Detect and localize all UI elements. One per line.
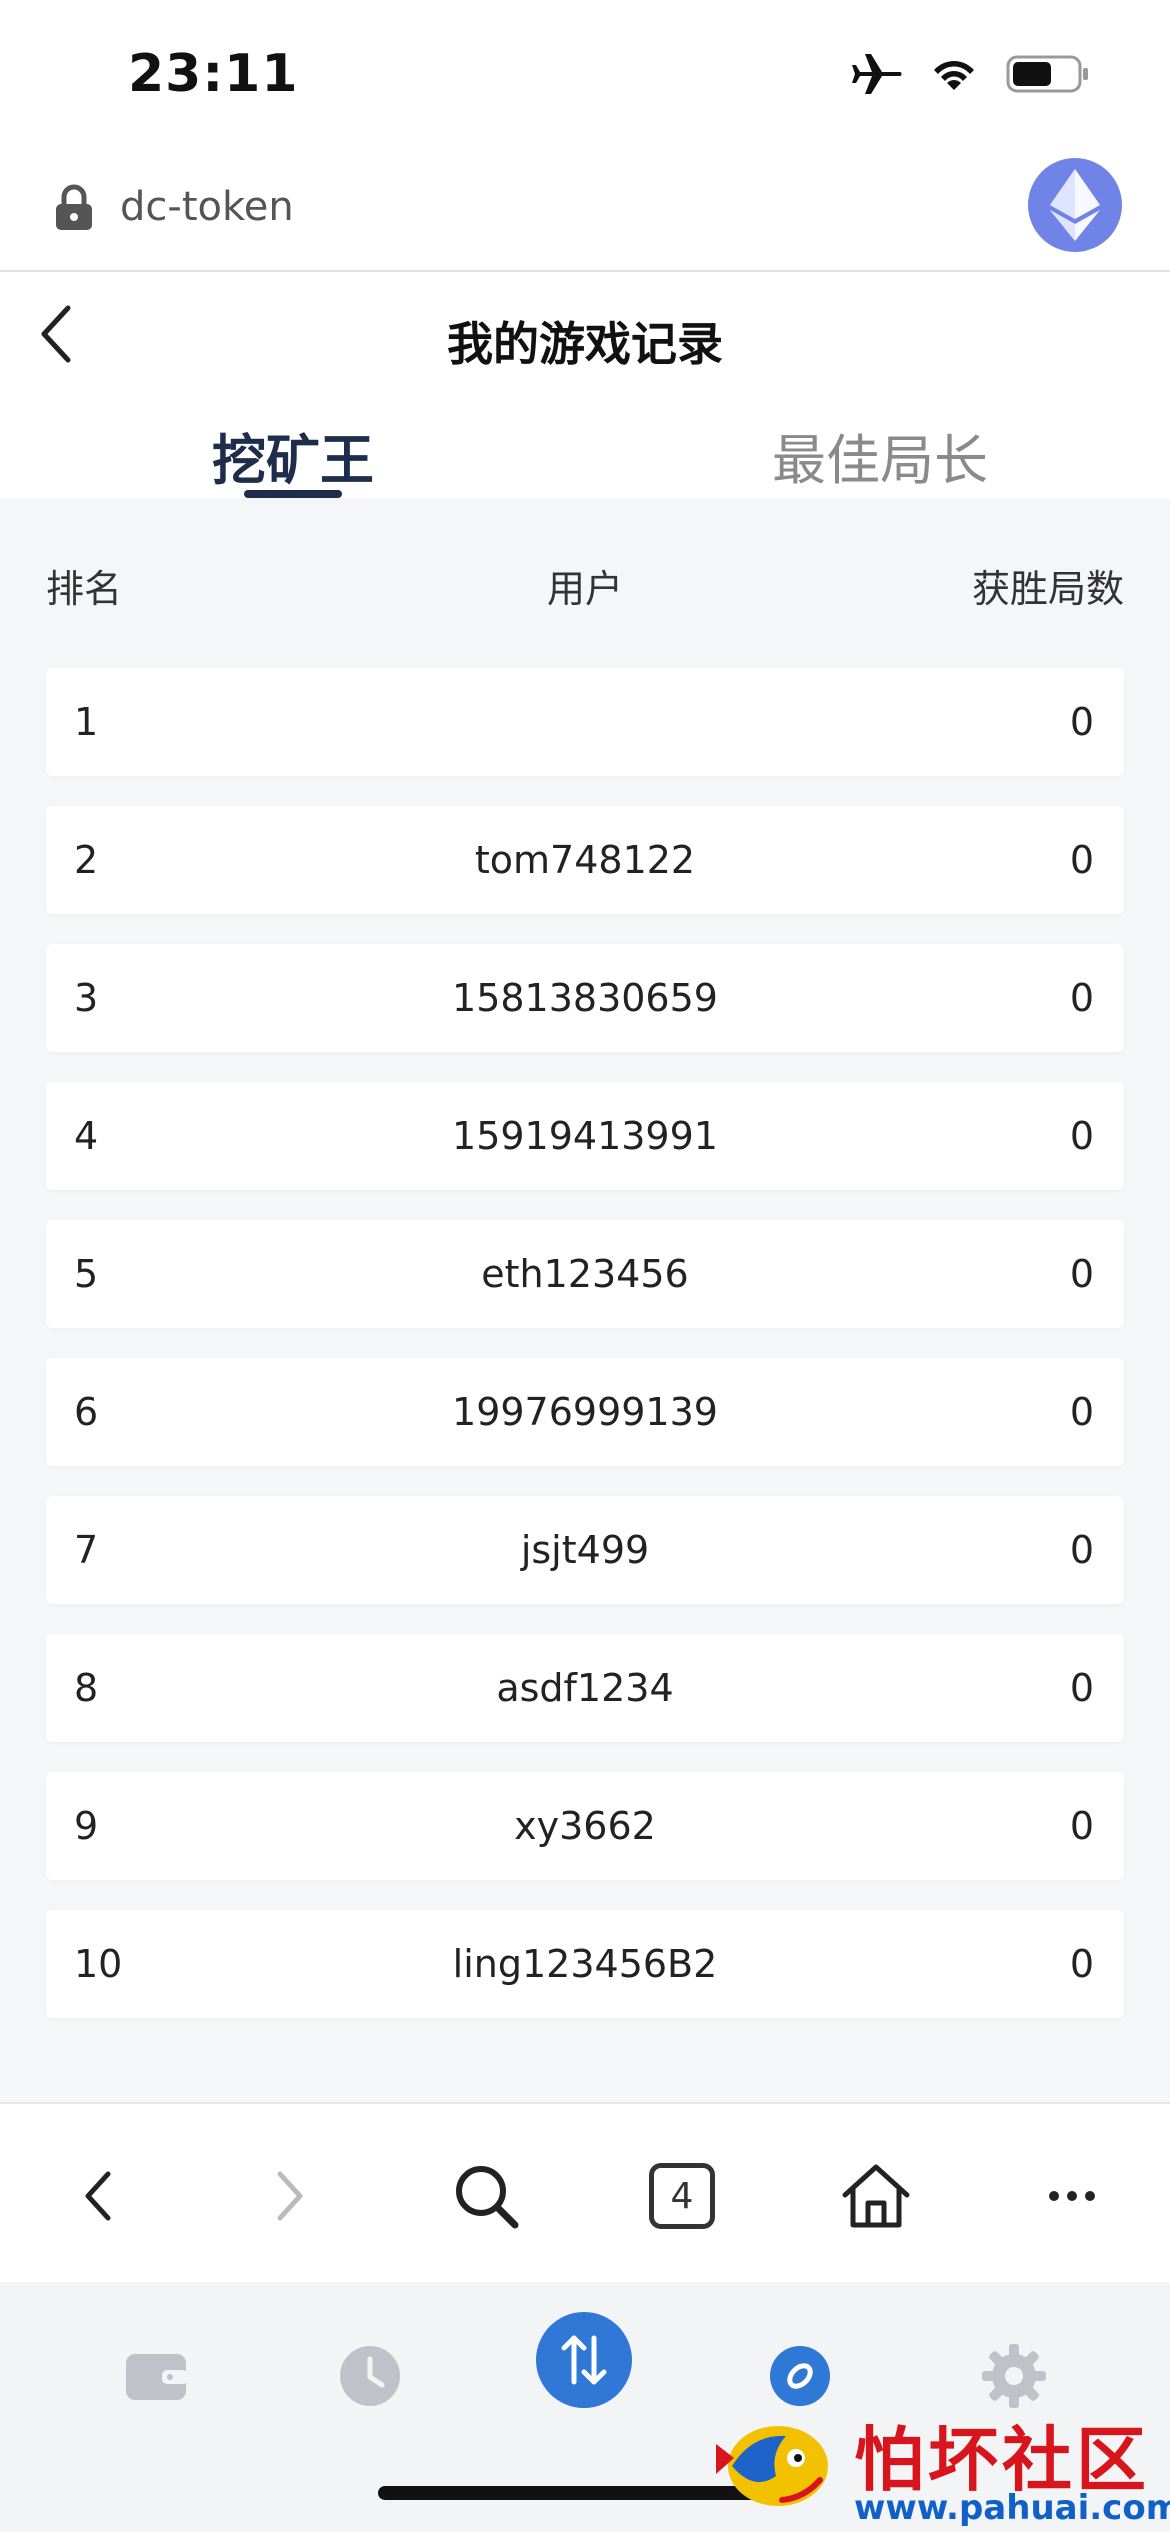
row-wins: 0 — [1069, 700, 1094, 744]
browser-toolbar: 4 — [0, 2102, 1170, 2282]
status-icons — [852, 52, 1090, 100]
wallet-icon[interactable] — [106, 2326, 206, 2426]
tab-best-round[interactable]: 最佳局长 — [772, 416, 988, 495]
row-wins: 0 — [1069, 1114, 1094, 1158]
row-user: ling123456B2 — [452, 1942, 718, 1986]
row-user: 15813830659 — [452, 976, 718, 1020]
row-user: jsjt499 — [520, 1528, 650, 1572]
table-header: 排名 用户 获胜局数 — [0, 540, 1170, 620]
home-icon[interactable] — [836, 2156, 916, 2236]
swap-icon[interactable] — [536, 2312, 632, 2408]
column-wins: 获胜局数 — [971, 567, 1124, 611]
table-row: 6 19976999139 0 — [46, 1358, 1124, 1466]
wifi-icon — [928, 54, 980, 98]
table-row: 1 0 — [46, 668, 1124, 776]
table-row: 9 xy3662 0 — [46, 1772, 1124, 1880]
row-wins: 0 — [1069, 838, 1094, 882]
tab-bar: 挖矿王 最佳局长 — [0, 402, 1170, 498]
table-row: 2 tom748122 0 — [46, 806, 1124, 914]
tab-count: 4 — [649, 2163, 715, 2229]
ethereum-icon[interactable] — [1028, 158, 1122, 252]
row-wins: 0 — [1069, 1942, 1094, 1986]
page-header: 我的游戏记录 — [0, 272, 1170, 402]
clock-icon[interactable] — [320, 2326, 420, 2426]
watermark-url: www.pahuai.com — [854, 2488, 1170, 2528]
row-user: eth123456 — [481, 1252, 689, 1296]
airplane-icon — [852, 52, 902, 100]
row-user: 15919413991 — [452, 1114, 718, 1158]
row-wins: 0 — [1069, 1666, 1094, 1710]
row-rank: 1 — [74, 700, 99, 744]
table-row: 5 eth123456 0 — [46, 1220, 1124, 1328]
table-row: 3 15813830659 0 — [46, 944, 1124, 1052]
lock-icon — [52, 182, 96, 236]
row-wins: 0 — [1069, 976, 1094, 1020]
row-user: asdf1234 — [496, 1666, 674, 1710]
battery-icon — [1006, 54, 1090, 98]
watermark: 怕坏社区 www.pahuai.com — [712, 2398, 1170, 2528]
tabs-icon[interactable]: 4 — [642, 2156, 722, 2236]
search-icon[interactable] — [446, 2156, 526, 2236]
forward-icon[interactable] — [250, 2156, 330, 2236]
address-text: dc-token — [120, 184, 294, 230]
row-wins: 0 — [1069, 1390, 1094, 1434]
row-user: 19976999139 — [452, 1390, 718, 1434]
table-row: 4 15919413991 0 — [46, 1082, 1124, 1190]
row-wins: 0 — [1069, 1528, 1094, 1572]
row-wins: 0 — [1069, 1804, 1094, 1848]
ranking-list: 1 0 2 tom748122 0 3 15813830659 0 4 1591… — [46, 668, 1124, 2048]
row-user: xy3662 — [514, 1804, 656, 1848]
table-row: 7 jsjt499 0 — [46, 1496, 1124, 1604]
row-wins: 0 — [1069, 1252, 1094, 1296]
more-icon[interactable] — [1032, 2156, 1112, 2236]
table-row: 10 ling123456B2 0 — [46, 1910, 1124, 2018]
status-bar: 23:11 — [0, 0, 1170, 150]
page-title: 我的游戏记录 — [447, 317, 723, 371]
tab-mining-king[interactable]: 挖矿王 — [212, 416, 374, 495]
active-tab-indicator — [244, 490, 342, 498]
row-user: tom748122 — [474, 838, 696, 882]
browser-back-icon[interactable] — [58, 2156, 138, 2236]
status-time: 23:11 — [128, 44, 299, 104]
address-bar[interactable]: dc-token — [0, 150, 1170, 272]
table-row: 8 asdf1234 0 — [46, 1634, 1124, 1742]
watermark-logo-icon — [712, 2414, 830, 2518]
